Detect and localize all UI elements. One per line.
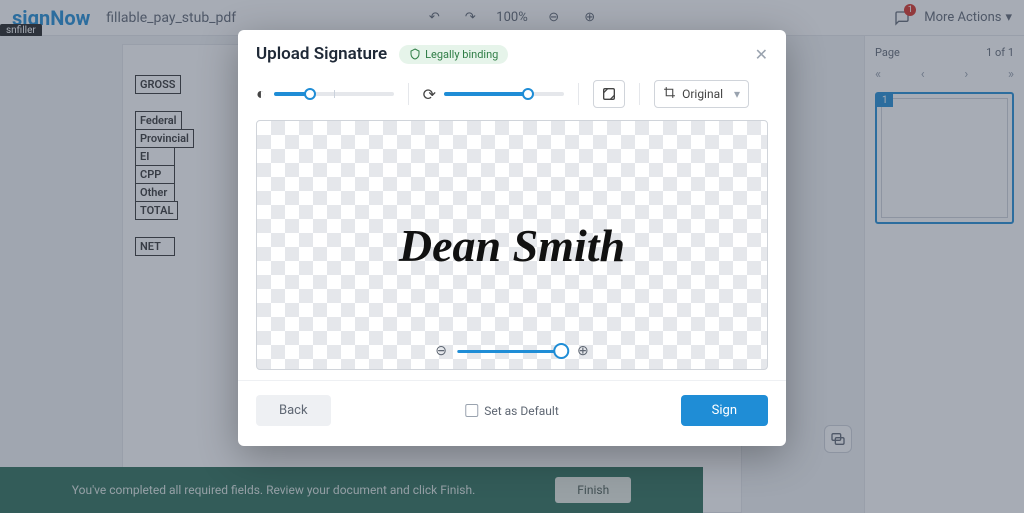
divider bbox=[639, 83, 640, 105]
row-ei: EI bbox=[135, 147, 175, 166]
zoom-out-icon[interactable]: ⊖ bbox=[435, 343, 447, 359]
zoom-slider[interactable] bbox=[457, 350, 567, 353]
zoom-controls: ⊖ ⊕ bbox=[435, 343, 588, 359]
close-icon[interactable]: ✕ bbox=[755, 45, 768, 64]
row-other: Other bbox=[135, 183, 175, 202]
more-actions-button[interactable]: More Actions ▾ bbox=[924, 10, 1012, 25]
completion-banner: You've completed all required fields. Re… bbox=[0, 467, 703, 513]
zoom-out-icon[interactable]: ⊖ bbox=[544, 8, 564, 28]
upload-signature-modal: Upload Signature Legally binding ✕ ◐ ⟳ O… bbox=[238, 30, 786, 446]
thumbnail-preview bbox=[881, 98, 1008, 218]
signature-canvas[interactable]: Dean Smith ⊖ ⊕ bbox=[256, 120, 768, 370]
signature-controls: ◐ ⟳ Original ▾ bbox=[238, 70, 786, 118]
contrast-slider[interactable] bbox=[274, 92, 394, 96]
modal-title: Upload Signature bbox=[256, 44, 387, 64]
contrast-icon: ◐ bbox=[256, 84, 266, 104]
more-actions-label: More Actions bbox=[924, 10, 1001, 25]
crop-icon bbox=[663, 86, 676, 102]
redo-icon[interactable]: ↷ bbox=[460, 8, 480, 28]
row-total: TOTAL bbox=[135, 201, 178, 220]
next-page-icon[interactable]: › bbox=[964, 67, 968, 82]
row-provincial: Provincial bbox=[135, 129, 194, 148]
zoom-in-icon[interactable]: ⊕ bbox=[577, 343, 589, 359]
page-thumbnail-panel: Page 1 of 1 « ‹ › » 1 bbox=[864, 36, 1024, 513]
set-default-label: Set as Default bbox=[484, 404, 558, 418]
divider bbox=[408, 83, 409, 105]
toolbar-center: ↶ ↷ 100% ⊖ ⊕ bbox=[424, 8, 599, 28]
legal-badge-label: Legally binding bbox=[425, 48, 498, 61]
set-default-checkbox[interactable]: Set as Default bbox=[465, 404, 558, 418]
divider bbox=[578, 83, 579, 105]
chevron-down-icon: ▾ bbox=[734, 87, 740, 101]
undo-icon[interactable]: ↶ bbox=[424, 8, 444, 28]
page-label: Page bbox=[875, 46, 900, 59]
page-thumbnail[interactable]: 1 bbox=[875, 92, 1014, 224]
crop-label: Original bbox=[682, 87, 723, 101]
row-net: NET bbox=[135, 237, 175, 256]
zoom-in-icon[interactable]: ⊕ bbox=[580, 8, 600, 28]
row-federal: Federal bbox=[135, 111, 182, 130]
finish-button[interactable]: Finish bbox=[555, 477, 631, 503]
thumbnail-number: 1 bbox=[877, 94, 893, 107]
rotate-icon: ⟳ bbox=[423, 85, 436, 104]
signature-preview: Dean Smith bbox=[399, 219, 625, 272]
crop-dropdown[interactable]: Original ▾ bbox=[654, 80, 749, 108]
checkbox-icon bbox=[465, 404, 478, 417]
legally-binding-badge: Legally binding bbox=[399, 45, 508, 64]
sign-button[interactable]: Sign bbox=[681, 395, 768, 426]
document-title: fillable_pay_stub_pdf bbox=[106, 10, 236, 26]
row-gross: GROSS bbox=[135, 75, 181, 94]
prev-page-icon[interactable]: ‹ bbox=[921, 67, 925, 82]
zoom-level[interactable]: 100% bbox=[496, 10, 527, 25]
rotate-slider[interactable] bbox=[444, 92, 564, 96]
last-page-icon[interactable]: » bbox=[1008, 67, 1014, 82]
page-counter: 1 of 1 bbox=[986, 46, 1014, 59]
back-button[interactable]: Back bbox=[256, 395, 331, 426]
chevron-down-icon: ▾ bbox=[1005, 10, 1012, 25]
banner-message: You've completed all required fields. Re… bbox=[72, 483, 475, 497]
flip-button[interactable] bbox=[593, 80, 625, 108]
first-page-icon[interactable]: « bbox=[875, 67, 881, 82]
chat-bubble-button[interactable] bbox=[824, 425, 852, 453]
row-cpp: CPP bbox=[135, 165, 175, 184]
comments-icon[interactable] bbox=[892, 8, 912, 28]
